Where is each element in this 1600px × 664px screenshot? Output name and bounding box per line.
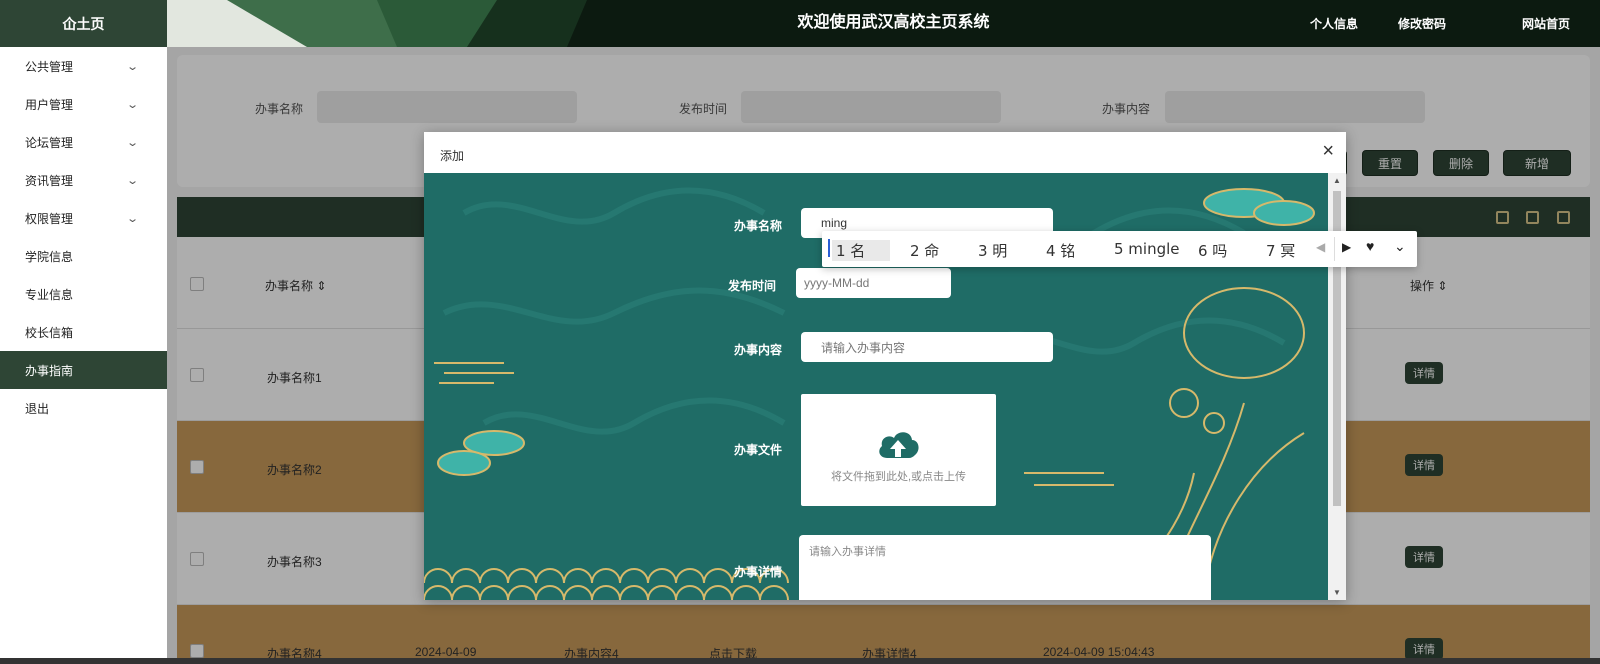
scroll-down-icon[interactable]: ▼ [1333, 588, 1341, 597]
chevron-down-icon: ⌄ [125, 136, 139, 149]
sidebar-item-label: 用户管理 [25, 97, 74, 112]
sidebar-item-label: 专业信息 [25, 287, 74, 302]
sidebar-item-label: 办事指南 [25, 363, 74, 378]
file-upload-dropzone[interactable]: 将文件拖到此处,或点击上传 [801, 394, 996, 506]
bottom-bar [0, 658, 1600, 664]
sidebar-item-label: 退出 [25, 401, 50, 416]
ime-next-icon[interactable]: ▶ [1342, 240, 1351, 254]
chevron-down-icon: ⌄ [125, 60, 139, 73]
sidebar: 仚土页 公共管理 ⌄ 用户管理 ⌄ 论坛管理 ⌄ 资讯管理 ⌄ 权限管理 ⌄ 学院信息 专… [0, 0, 167, 664]
sidebar-item-label: 校长信箱 [25, 325, 74, 340]
detail-textarea[interactable]: 请输入办事详情 [799, 535, 1211, 600]
sidebar-item-guide[interactable]: 办事指南 [0, 351, 167, 389]
profile-link[interactable]: 个人信息 [1310, 15, 1358, 32]
dialog-title: 添加 [440, 149, 465, 163]
ime-candidate-4[interactable]: 4 铭 [1046, 240, 1075, 261]
ime-expand-icon[interactable]: ⌄ [1394, 238, 1406, 255]
sidebar-item-mailbox[interactable]: 校长信箱 [0, 313, 167, 351]
upload-cloud-icon [879, 432, 919, 458]
content-input[interactable]: 请输入办事内容 [801, 332, 1053, 362]
sidebar-item-permissions[interactable]: 权限管理 ⌄ [0, 199, 167, 237]
ime-candidate-2[interactable]: 2 命 [910, 240, 939, 261]
chevron-down-icon: ⌄ [125, 212, 139, 225]
close-icon[interactable]: × [1322, 140, 1334, 163]
name-label: 办事名称 [734, 219, 783, 233]
ime-candidate-1[interactable]: 1 名 [832, 240, 891, 261]
ime-candidate-6[interactable]: 6 吗 [1198, 240, 1227, 261]
sidebar-item-college[interactable]: 学院信息 [0, 237, 167, 275]
sidebar-item-label: 权限管理 [25, 211, 74, 226]
date-input[interactable]: yyyy-MM-dd [796, 268, 951, 298]
top-header: 欢迎使用武汉高校主页系统 个人信息 修改密码 网站首页 [167, 0, 1600, 47]
sidebar-item-label: 学院信息 [25, 249, 74, 264]
date-input-placeholder: yyyy-MM-dd [804, 276, 870, 290]
header-links: 个人信息 修改密码 网站首页 [1270, 15, 1570, 32]
ime-divider [1334, 237, 1335, 261]
site-home-link[interactable]: 网站首页 [1522, 15, 1570, 32]
detail-label: 办事详情 [734, 565, 783, 579]
content-label: 办事内容 [734, 343, 783, 357]
ime-prev-icon[interactable]: ◀ [1316, 240, 1325, 254]
add-dialog: 添加 × 办事名称 ming 发布时间 yyyy-MM-dd 办事内容 请输入办… [424, 132, 1346, 600]
upload-hint: 将文件拖到此处,或点击上传 [830, 471, 967, 483]
ime-candidate-3[interactable]: 3 明 [978, 240, 1007, 261]
sidebar-brand[interactable]: 仚土页 [0, 0, 167, 47]
sidebar-item-label: 论坛管理 [25, 135, 74, 150]
chevron-down-icon: ⌄ [125, 98, 139, 111]
sidebar-item-logout[interactable]: 退出 [0, 389, 167, 427]
ime-candidate-5[interactable]: 5 mingle [1114, 240, 1180, 258]
brand-label: 仚土页 [62, 15, 105, 32]
sidebar-item-public[interactable]: 公共管理 ⌄ [0, 47, 167, 85]
name-input-value: ming [821, 216, 848, 230]
sidebar-item-major[interactable]: 专业信息 [0, 275, 167, 313]
file-label: 办事文件 [734, 443, 783, 457]
chevron-down-icon: ⌄ [125, 174, 139, 187]
ime-caret [828, 239, 830, 257]
sidebar-item-forum[interactable]: 论坛管理 ⌄ [0, 123, 167, 161]
sidebar-item-users[interactable]: 用户管理 ⌄ [0, 85, 167, 123]
ime-favorite-icon[interactable]: ♥ [1366, 238, 1374, 254]
sidebar-item-label: 资讯管理 [25, 173, 74, 188]
change-password-link[interactable]: 修改密码 [1398, 15, 1446, 32]
ime-candidate-bar: 1 名 2 命 3 明 4 铭 5 mingle 6 吗 7 冥 ◀ ▶ ♥ ⌄ [822, 231, 1417, 267]
scroll-up-icon[interactable]: ▲ [1333, 176, 1341, 185]
content-input-placeholder: 请输入办事内容 [821, 340, 906, 355]
sidebar-item-news[interactable]: 资讯管理 ⌄ [0, 161, 167, 199]
dialog-header: 添加 × [424, 132, 1346, 173]
ime-candidate-7[interactable]: 7 冥 [1266, 240, 1295, 261]
detail-textarea-placeholder: 请输入办事详情 [809, 546, 886, 558]
date-label: 发布时间 [728, 279, 777, 293]
sidebar-item-label: 公共管理 [25, 59, 74, 74]
